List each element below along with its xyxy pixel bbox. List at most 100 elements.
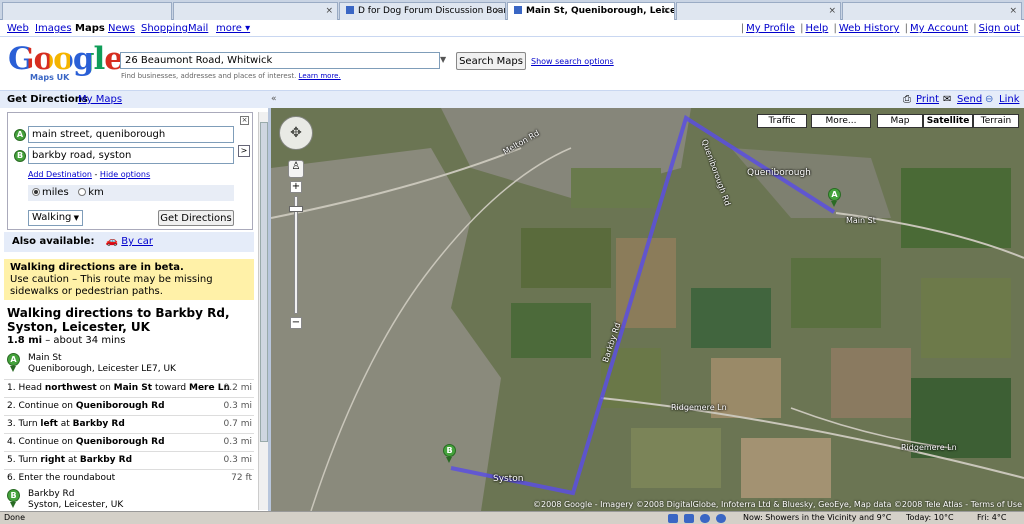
print-icon[interactable]: ⎙: [903, 94, 911, 105]
gbar-more-link[interactable]: more ▾: [216, 23, 250, 34]
chevron-down-icon: ▼: [73, 214, 79, 222]
google-maps-logo[interactable]: Google Maps UK: [8, 41, 124, 83]
satellite-map[interactable]: ✥ ♙ + − Traffic More... Map Satellite Te…: [271, 108, 1024, 511]
logo-wordmark: Google: [8, 41, 124, 77]
browser-tab-forum[interactable]: D for Dog Forum Discussion Boar... ×: [339, 2, 506, 20]
show-search-options-link[interactable]: Show search options: [531, 57, 614, 66]
browser-tab-maps[interactable]: Main St, Queniborough, Leicest...×: [507, 2, 675, 20]
zoom-in-icon[interactable]: +: [290, 181, 302, 193]
sign-out-link[interactable]: Sign out: [979, 23, 1020, 34]
map-marker-a-icon[interactable]: A: [828, 188, 841, 207]
tray-icon[interactable]: [700, 514, 710, 523]
traffic-button[interactable]: Traffic: [757, 114, 807, 128]
map-marker-b-icon[interactable]: B: [443, 444, 456, 463]
zoom-out-icon[interactable]: −: [290, 317, 302, 329]
my-profile-link[interactable]: My Profile: [746, 23, 795, 34]
route-summary: 1.8 mi – about 34 mins: [7, 335, 126, 346]
travel-mode-select[interactable]: Walking ▼: [28, 210, 83, 226]
to-address-input[interactable]: [28, 147, 234, 164]
close-icon[interactable]: ×: [240, 116, 249, 125]
scrollbar-thumb[interactable]: [260, 122, 268, 442]
gbar-images-link[interactable]: Images: [35, 23, 72, 34]
direction-step[interactable]: 4. Continue on Queniborough Rd 0.3 mi: [4, 433, 254, 451]
step-distance: 0.7 mi: [223, 419, 252, 429]
zoom-slider[interactable]: [294, 196, 298, 314]
from-address-input[interactable]: [28, 126, 234, 143]
street-view-pegman-icon[interactable]: ♙: [288, 160, 304, 178]
also-available-bar: Also available: 🚗 By car: [4, 232, 254, 252]
search-hint: Find businesses, addresses and places of…: [121, 72, 341, 80]
gbar-web-link[interactable]: Web: [7, 23, 29, 34]
search-history-dropdown-icon[interactable]: ▼: [440, 55, 446, 64]
add-destination-link[interactable]: Add Destination: [28, 170, 92, 179]
marker-a-icon: A: [14, 129, 26, 141]
reverse-directions-icon[interactable]: >: [238, 145, 250, 157]
search-input[interactable]: [120, 52, 440, 69]
favicon-icon: [346, 6, 354, 14]
pan-control-icon[interactable]: ✥: [279, 116, 313, 150]
my-maps-link[interactable]: My Maps: [78, 94, 122, 105]
more-layers-button[interactable]: More...: [811, 114, 871, 128]
direction-step[interactable]: 1. Head northwest on Main St toward Mere…: [4, 379, 254, 397]
close-icon[interactable]: ×: [662, 3, 670, 19]
weather-now: Now: Showers in the Vicinity and 9°C: [743, 513, 892, 522]
status-text: Done: [4, 513, 26, 522]
close-icon[interactable]: ×: [493, 3, 501, 19]
tray-icon[interactable]: [668, 514, 678, 523]
learn-more-link[interactable]: Learn more.: [299, 72, 341, 80]
link-link[interactable]: Link: [999, 94, 1019, 105]
envelope-icon[interactable]: ✉: [943, 94, 951, 105]
gbar-maps-current: Maps: [75, 23, 105, 34]
gbar-news-link[interactable]: News: [108, 23, 135, 34]
weather-today: Today: 10°C: [906, 513, 954, 522]
road-label-ridgemere-2: Ridgemere Ln: [901, 443, 957, 452]
map-type-satellite-button[interactable]: Satellite: [923, 114, 973, 128]
km-radio[interactable]: [78, 188, 87, 196]
tray-icon[interactable]: [716, 514, 726, 523]
direction-step[interactable]: 2. Continue on Queniborough Rd 0.3 mi: [4, 397, 254, 415]
browser-tab[interactable]: ×: [173, 2, 338, 20]
miles-radio[interactable]: [32, 188, 40, 196]
car-icon[interactable]: 🚗: [106, 236, 118, 247]
start-address[interactable]: A Main St Queniborough, Leicester LE7, U…: [7, 353, 255, 375]
send-link[interactable]: Send: [957, 94, 982, 105]
search-maps-button[interactable]: Search Maps: [456, 52, 526, 70]
panel-scrollbar[interactable]: [258, 112, 268, 510]
google-nav-bar: Web Images Maps News Shopping Mail more …: [0, 20, 1024, 37]
map-copyright: ©2008 Google - Imagery ©2008 DigitalGlob…: [533, 500, 1022, 509]
get-directions-button[interactable]: Get Directions: [158, 210, 234, 226]
map-type-terrain-button[interactable]: Terrain: [973, 114, 1019, 128]
browser-tab[interactable]: ×: [676, 2, 841, 20]
my-account-link[interactable]: My Account: [910, 23, 968, 34]
browser-status-bar: Done Now: Showers in the Vicinity and 9°…: [0, 511, 1024, 524]
map-type-map-button[interactable]: Map: [877, 114, 923, 128]
directions-panel: × A B > Add Destination - Hide options m…: [0, 108, 268, 511]
step-distance: 72 ft: [231, 473, 252, 483]
direction-step[interactable]: 6. Enter the roundabout 72 ft: [4, 469, 254, 487]
zoom-slider-handle[interactable]: [289, 206, 303, 212]
weather-fri: Fri: 4°C: [977, 513, 1007, 522]
tray-icon[interactable]: [684, 514, 694, 523]
gbar-mail-link[interactable]: Mail: [188, 23, 208, 34]
close-icon[interactable]: ×: [828, 3, 836, 19]
chain-link-icon[interactable]: ⊖: [985, 94, 993, 105]
end-address[interactable]: B Barkby Rd Syston, Leicester, UK: [7, 489, 255, 511]
browser-tab[interactable]: [2, 2, 172, 20]
direction-step[interactable]: 5. Turn right at Barkby Rd 0.3 mi: [4, 451, 254, 469]
print-link[interactable]: Print: [916, 94, 939, 105]
close-icon[interactable]: ×: [325, 3, 333, 19]
browser-tab[interactable]: ×: [842, 2, 1022, 20]
close-icon[interactable]: ×: [1009, 3, 1017, 19]
help-link[interactable]: Help: [805, 23, 828, 34]
place-label-queniborough: Queniborough: [747, 168, 811, 178]
by-car-link[interactable]: By car: [121, 236, 153, 247]
direction-step[interactable]: 3. Turn left at Barkby Rd 0.7 mi: [4, 415, 254, 433]
gbar-shopping-link[interactable]: Shopping: [141, 23, 188, 34]
step-distance: 0.3 mi: [223, 437, 252, 447]
hide-options-link[interactable]: Hide options: [100, 170, 150, 179]
step-distance: 0.3 mi: [223, 455, 252, 465]
collapse-panel-icon[interactable]: «: [271, 94, 277, 104]
beta-warning: Walking directions are in beta. Use caut…: [4, 259, 254, 300]
step-distance: 0.2 mi: [223, 383, 252, 393]
web-history-link[interactable]: Web History: [839, 23, 900, 34]
